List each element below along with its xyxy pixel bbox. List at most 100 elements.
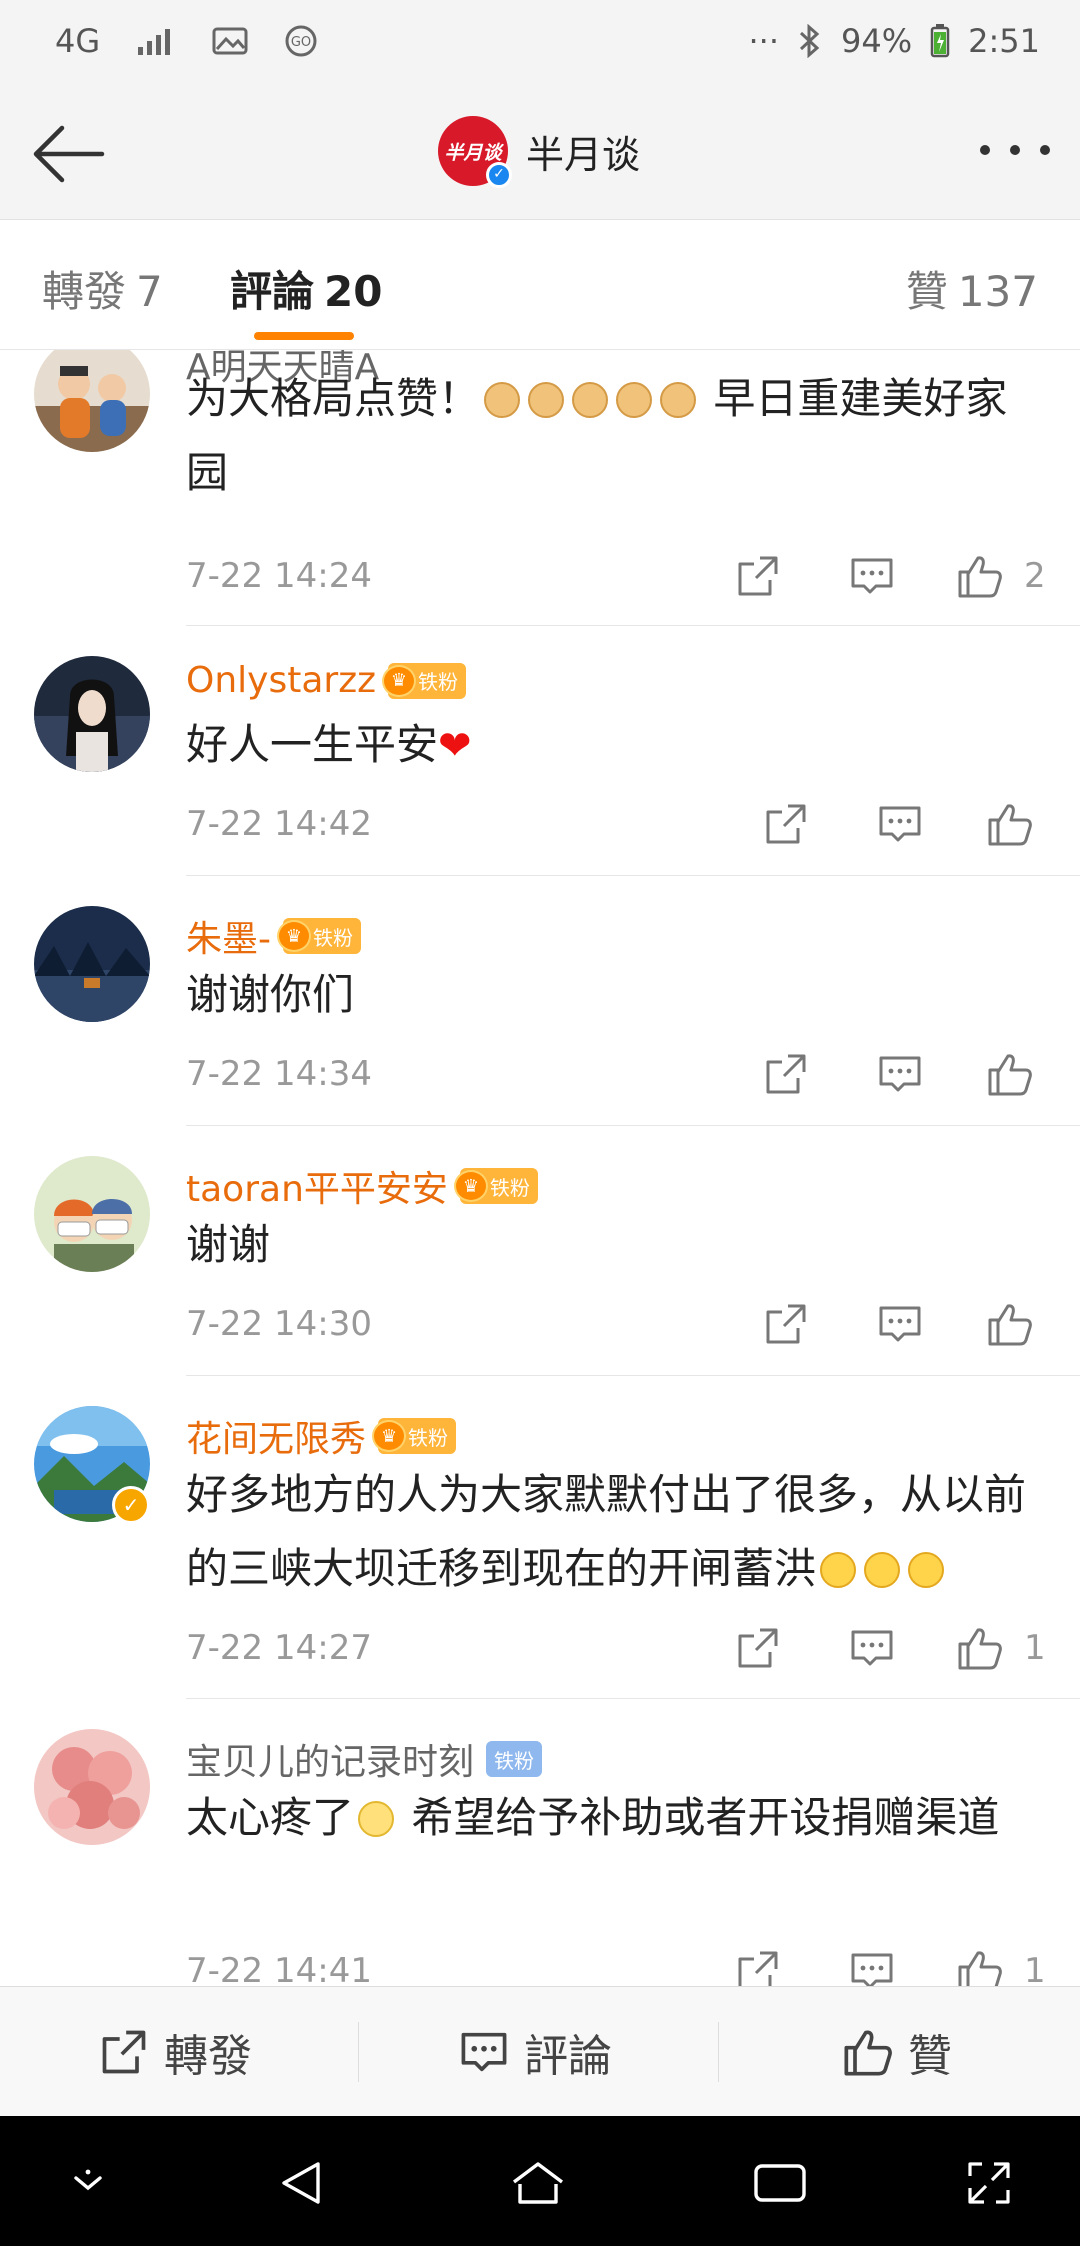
comment-list[interactable]: A明天天晴A 为大格局点赞！ 早日重建美好家园 7-22 14:24 2 Onl… [0, 350, 1080, 1986]
share-icon[interactable] [762, 1300, 810, 1348]
like-count: 1 [1024, 1628, 1046, 1668]
user-avatar[interactable] [34, 350, 150, 452]
comment-time: 7-22 14:41 [186, 1951, 372, 1986]
reply-icon[interactable] [876, 1050, 924, 1098]
reply-icon[interactable] [848, 1624, 896, 1672]
comment-meta: 7-22 14:41 1 [186, 1943, 1046, 1986]
verified-icon: ✓ [486, 162, 512, 188]
like-button[interactable]: 贊 [842, 1987, 952, 2117]
tab-repost[interactable]: 轉發 7 [42, 258, 163, 319]
fist-emoji-icon [484, 382, 521, 418]
comment-text: 谢谢 [186, 1220, 271, 1269]
comment-meta: 7-22 14:30 [186, 1296, 1046, 1356]
comment-text: 太心疼了 希望给予补助或者开设捐赠渠道 [186, 1793, 1000, 1842]
reply-icon[interactable] [848, 552, 896, 600]
status-bar: 4G GO ··· 94% 2:51 [0, 0, 1080, 90]
comment-time: 7-22 14:34 [186, 1054, 372, 1094]
share-icon[interactable] [734, 1947, 782, 1986]
like-count: 1 [1024, 1951, 1046, 1986]
fist-emoji-icon [616, 382, 653, 418]
username[interactable]: 花间无限秀 ♛ 铁粉 [186, 1410, 457, 1462]
user-avatar[interactable] [34, 1156, 150, 1272]
bluetooth-icon [799, 24, 820, 58]
comment-meta: 7-22 14:42 [186, 796, 1046, 856]
fist-emoji-icon [528, 382, 565, 418]
share-icon[interactable] [762, 1050, 810, 1098]
divider [718, 2022, 719, 2082]
user-avatar[interactable] [34, 1729, 150, 1845]
crying-emoji-icon [864, 1552, 901, 1588]
account-name: 半月谈 [526, 132, 641, 177]
fist-emoji-icon [572, 382, 609, 418]
divider [186, 1125, 1080, 1126]
comment-text: 好人一生平安❤ [186, 720, 472, 769]
signal-icon [138, 29, 171, 55]
reply-icon[interactable] [848, 1947, 896, 1986]
username[interactable]: Onlystarzz ♛ 铁粉 [186, 660, 466, 701]
crying-emoji-icon [908, 1552, 945, 1588]
svg-text:GO: GO [291, 35, 311, 50]
reply-icon[interactable] [876, 800, 924, 848]
comment-time: 7-22 14:42 [186, 804, 372, 844]
fan-badge: ♛ 铁粉 [381, 662, 466, 699]
like-icon[interactable] [986, 800, 1034, 848]
share-icon[interactable] [734, 552, 782, 600]
comment-time: 7-22 14:30 [186, 1304, 372, 1344]
active-tab-indicator [254, 332, 354, 340]
more-options-icon[interactable] [980, 140, 1050, 160]
tab-comments[interactable]: 評論 20 [230, 258, 382, 319]
like-icon[interactable] [956, 1624, 1004, 1672]
username[interactable]: 朱墨- ♛ 铁粉 [186, 910, 361, 962]
account-title[interactable]: 半月谈 ✓ 半月谈 [438, 116, 641, 188]
comment-meta: 7-22 14:27 1 [186, 1620, 1046, 1680]
verified-icon: ✓ [112, 1486, 150, 1524]
expand-icon[interactable] [964, 2158, 1014, 2208]
fan-badge: ♛ 铁粉 [277, 918, 361, 954]
divider [186, 1698, 1080, 1699]
battery-percent: 94% [841, 22, 913, 60]
comment-text: 为大格局点赞！ 早日重建美好家园 [186, 374, 1008, 497]
repost-button[interactable]: 轉發 [98, 1987, 252, 2117]
user-avatar[interactable] [34, 906, 150, 1022]
like-count: 2 [1024, 556, 1046, 596]
like-icon[interactable] [956, 1947, 1004, 1986]
top-header: 半月谈 ✓ 半月谈 [0, 90, 1080, 220]
chevron-down-icon[interactable] [66, 2158, 110, 2202]
network-indicator: 4G [55, 22, 101, 60]
username[interactable]: taoran平平安安 ♛ 铁粉 [186, 1160, 538, 1212]
share-icon[interactable] [734, 1624, 782, 1672]
comment-text: 好多地方的人为大家默默付出了很多，从以前的三峡大坝迁移到现在的开闸蓄洪 [186, 1470, 1027, 1593]
like-icon[interactable] [986, 1300, 1034, 1348]
comment-icon [461, 2032, 507, 2072]
back-arrow-icon[interactable] [30, 122, 106, 186]
divider [358, 2022, 359, 2082]
crown-icon: ♛ [453, 1170, 488, 1202]
bottom-action-bar: 轉發 評論 贊 [0, 1986, 1080, 2116]
crown-icon: ♛ [381, 664, 416, 697]
comment-time: 7-22 14:27 [186, 1628, 372, 1668]
recent-apps-icon[interactable] [752, 2158, 808, 2208]
comment-meta: 7-22 14:24 2 [186, 548, 1046, 608]
share-icon [102, 2030, 146, 2074]
share-icon[interactable] [762, 800, 810, 848]
username[interactable]: 宝贝儿的记录时刻 铁粉 [186, 1733, 543, 1785]
comment-meta: 7-22 14:34 [186, 1046, 1046, 1106]
reply-icon[interactable] [876, 1300, 924, 1348]
like-icon[interactable] [986, 1050, 1034, 1098]
divider [186, 625, 1080, 626]
crown-icon: ♛ [277, 920, 311, 952]
like-icon [844, 2030, 892, 2076]
fan-badge: ♛ 铁粉 [453, 1168, 538, 1204]
home-icon[interactable] [508, 2158, 568, 2208]
tab-likes[interactable]: 贊 137 [906, 258, 1038, 319]
like-icon[interactable] [956, 552, 1004, 600]
image-icon [212, 27, 248, 55]
crying-emoji-icon [820, 1552, 857, 1588]
comment-button[interactable]: 評論 [458, 1987, 612, 2117]
more-status-icon: ··· [748, 22, 780, 60]
heart-emoji-icon: ❤ [438, 723, 472, 769]
back-icon[interactable] [276, 2158, 326, 2208]
user-avatar[interactable] [34, 656, 150, 772]
account-avatar: 半月谈 ✓ [438, 116, 512, 188]
clock: 2:51 [968, 22, 1040, 60]
